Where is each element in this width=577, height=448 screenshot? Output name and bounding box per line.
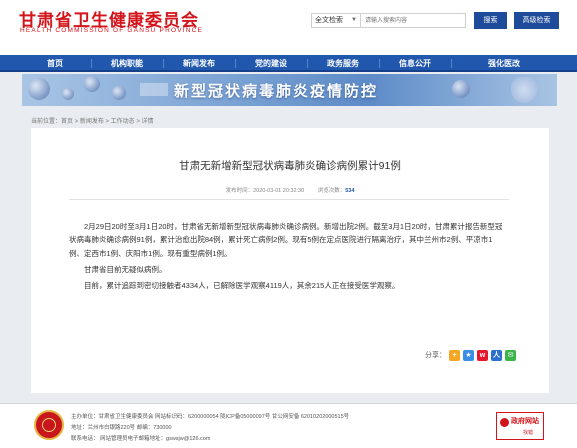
main-nav: 首页 机构职能 新闻发布 党的建设 政务服务 信息公开 强化医改 xyxy=(0,55,577,72)
article-meta: 发布时间：2020-03-01 20:32:30 浏览次数：534 xyxy=(31,186,549,194)
weibo-icon[interactable]: w xyxy=(477,349,488,361)
site-logo-subtitle: HEALTH COMMISSION OF GANSU PROVINCE xyxy=(20,27,204,34)
search-input[interactable] xyxy=(361,13,466,28)
nav-item-info-disclosure[interactable]: 信息公开 xyxy=(382,55,448,72)
nav-item-party[interactable]: 党的建设 xyxy=(238,55,304,72)
virus-icon xyxy=(84,76,100,92)
covid-banner[interactable]: 新型冠状病毒肺炎疫情防控 xyxy=(22,74,557,106)
publish-time: 发布时间：2020-03-01 20:32:30 xyxy=(225,188,305,194)
badge-title: 政府网站 xyxy=(511,418,539,425)
nav-item-institution[interactable]: 机构职能 xyxy=(94,55,160,72)
virus-icon xyxy=(112,86,126,100)
footer-host-info: 主办单位：甘肃省卫生健康委员会 网站标识码：6200000054 陇ICP备05… xyxy=(71,414,350,420)
search-scope-select[interactable]: 全文检索 ▼ xyxy=(311,13,361,28)
nav-divider xyxy=(451,59,452,68)
site-footer: 主办单位：甘肃省卫生健康委员会 网站标识码：6200000054 陇ICP备05… xyxy=(0,403,577,448)
share-more-icon[interactable]: + xyxy=(449,349,460,361)
site-header: 甘肃省卫生健康委员会 HEALTH COMMISSION OF GANSU PR… xyxy=(0,0,577,55)
article-paragraph: 目前，累计追踪到密切接触者4334人，已解除医学观察4119人，其余215人正在… xyxy=(84,281,400,291)
title-divider xyxy=(69,199,509,200)
share-label: 分享： xyxy=(425,352,446,359)
nav-item-gov-services[interactable]: 政务服务 xyxy=(310,55,376,72)
breadcrumb[interactable]: 当前位置：首页 > 新闻发布 > 工作动态 > 详情 xyxy=(31,116,154,125)
nav-divider xyxy=(307,59,308,68)
badge-icon xyxy=(500,418,509,427)
footer-address: 地址：兰州市白银路220号 邮编：730000 xyxy=(71,425,172,431)
virus-icon xyxy=(62,88,74,100)
article-panel: 甘肃无新增新型冠状病毒肺炎确诊病例累计91例 发布时间：2020-03-01 2… xyxy=(31,128,549,393)
article-body: 2月29日20时至3月1日20时，甘肃省无新增新型冠状病毒肺炎确诊病例。新增出院… xyxy=(69,220,507,295)
article-paragraph: 2月29日20时至3月1日20时，甘肃省无新增新型冠状病毒肺炎确诊病例。新增出院… xyxy=(69,222,503,258)
nav-divider xyxy=(91,59,92,68)
nav-divider xyxy=(235,59,236,68)
article-paragraph: 甘肃省目前无疑似病例。 xyxy=(84,264,167,274)
nav-item-home[interactable]: 首页 xyxy=(22,55,88,72)
lungs-icon xyxy=(511,77,537,103)
badge-subtitle: 找错 xyxy=(523,430,534,436)
nav-divider xyxy=(379,59,380,68)
share-bar: 分享： + ★ w 人 ✉ xyxy=(425,348,519,362)
gov-emblem-icon xyxy=(34,410,64,440)
virus-icon xyxy=(452,80,470,98)
gov-site-error-badge[interactable]: 政府网站 找错 xyxy=(496,412,544,440)
banner-decoration xyxy=(140,83,168,96)
hits-label: 浏览次数： xyxy=(317,188,346,194)
nav-item-medical-reform[interactable]: 强化医改 xyxy=(454,55,554,72)
article-title: 甘肃无新增新型冠状病毒肺炎确诊病例累计91例 xyxy=(179,160,401,172)
qzone-icon[interactable]: ★ xyxy=(463,349,474,361)
hits-count: 534 xyxy=(345,188,355,194)
footer-contact: 联系电话： 网站管理员电子邮箱地址：gswsjw@126.com xyxy=(71,436,211,442)
nav-item-news[interactable]: 新闻发布 xyxy=(166,55,232,72)
banner-title: 新型冠状病毒肺炎疫情防控 xyxy=(174,83,379,100)
search-button[interactable]: 搜索 xyxy=(474,12,507,29)
chevron-down-icon: ▼ xyxy=(351,17,357,23)
advanced-search-button[interactable]: 高级检索 xyxy=(514,12,559,29)
virus-icon xyxy=(28,78,50,100)
search-scope-label: 全文检索 xyxy=(315,17,343,24)
wechat-icon[interactable]: ✉ xyxy=(505,349,516,361)
renren-icon[interactable]: 人 xyxy=(491,349,502,361)
nav-divider xyxy=(163,59,164,68)
